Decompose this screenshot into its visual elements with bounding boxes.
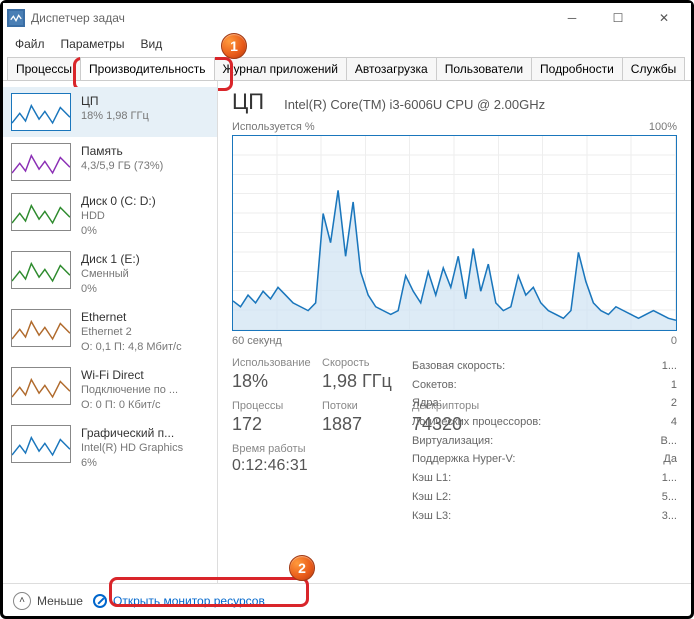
tab-app-history[interactable]: Журнал приложений <box>214 57 347 80</box>
resource-monitor-icon <box>93 594 107 608</box>
sidebar-item[interactable]: Диск 1 (E:)Сменный0% <box>3 245 217 303</box>
sidebar-thumb <box>11 425 71 463</box>
uptime-label: Время работы <box>232 443 392 455</box>
sidebar-thumb <box>11 251 71 289</box>
stat-usage-label: Использование <box>232 357 302 369</box>
sidebar-item[interactable]: Wi-Fi DirectПодключение по ...О: 0 П: 0 … <box>3 361 217 419</box>
main-subtitle: Intel(R) Core(TM) i3-6006U CPU @ 2.00GHz <box>284 97 545 112</box>
tab-processes[interactable]: Процессы <box>7 57 81 80</box>
sidebar-item[interactable]: EthernetEthernet 2О: 0,1 П: 4,8 Мбит/с <box>3 303 217 361</box>
stat-speed-label: Скорость <box>322 357 392 369</box>
tab-details[interactable]: Подробности <box>531 57 623 80</box>
menu-options[interactable]: Параметры <box>53 35 133 53</box>
chart-label-top-right: 100% <box>649 121 677 133</box>
sidebar-thumb <box>11 367 71 405</box>
stat-thr-value: 1887 <box>322 414 392 435</box>
meta-block: Базовая скорость:1... Сокетов:1 Ядра:2 Л… <box>412 357 677 525</box>
stat-thr-label: Потоки <box>322 400 392 412</box>
tab-performance[interactable]: Производительность <box>80 57 214 80</box>
sidebar-thumb <box>11 93 71 131</box>
chart-label-bot-left: 60 секунд <box>232 335 282 347</box>
titlebar: Диспетчер задач ─ ☐ ✕ <box>3 3 691 33</box>
chart-label-bot-right: 0 <box>671 335 677 347</box>
annotation-badge-2: 2 <box>289 555 315 581</box>
menu-file[interactable]: Файл <box>7 35 53 53</box>
tabstrip: Процессы Производительность Журнал прило… <box>3 55 691 81</box>
fewer-details[interactable]: ˄ Меньше <box>13 592 83 610</box>
footer: ˄ Меньше Открыть монитор ресурсов <box>3 583 691 617</box>
annotation-badge-1: 1 <box>221 33 247 59</box>
sidebar-item-name: Память <box>81 143 163 159</box>
sidebar-item-name: ЦП <box>81 93 149 109</box>
stat-usage-value: 18% <box>232 371 302 392</box>
sidebar-thumb <box>11 193 71 231</box>
sidebar-thumb <box>11 143 71 181</box>
sidebar-item-name: Диск 0 (C: D:) <box>81 193 156 209</box>
sidebar-item[interactable]: Графический п...Intel(R) HD Graphics6% <box>3 419 217 477</box>
sidebar-item[interactable]: Память4,3/5,9 ГБ (73%) <box>3 137 217 187</box>
sidebar-item-name: Диск 1 (E:) <box>81 251 140 267</box>
sidebar-item[interactable]: ЦП18% 1,98 ГГц <box>3 87 217 137</box>
menu-view[interactable]: Вид <box>132 35 170 53</box>
main-title: ЦП <box>232 89 264 115</box>
stat-speed-value: 1,98 ГГц <box>322 371 392 392</box>
uptime-value: 0:12:46:31 <box>232 457 392 475</box>
cpu-chart <box>232 135 677 331</box>
close-button[interactable]: ✕ <box>641 3 687 33</box>
tab-services[interactable]: Службы <box>622 57 685 80</box>
window-title: Диспетчер задач <box>31 11 125 25</box>
main-panel: ЦП Intel(R) Core(TM) i3-6006U CPU @ 2.00… <box>218 81 691 583</box>
sidebar-item-name: Ethernet <box>81 309 182 325</box>
maximize-button[interactable]: ☐ <box>595 3 641 33</box>
open-resource-monitor[interactable]: Открыть монитор ресурсов <box>93 594 265 608</box>
sidebar-item[interactable]: Диск 0 (C: D:)HDD0% <box>3 187 217 245</box>
sidebar-item-name: Графический п... <box>81 425 183 441</box>
tab-users[interactable]: Пользователи <box>436 57 532 80</box>
chart-label-top-left: Используется % <box>232 121 315 133</box>
sidebar-item-name: Wi-Fi Direct <box>81 367 178 383</box>
stat-proc-label: Процессы <box>232 400 302 412</box>
menubar: Файл Параметры Вид <box>3 33 691 55</box>
tab-startup[interactable]: Автозагрузка <box>346 57 437 80</box>
chevron-up-icon: ˄ <box>13 592 31 610</box>
app-icon <box>7 9 25 27</box>
minimize-button[interactable]: ─ <box>549 3 595 33</box>
sidebar[interactable]: ЦП18% 1,98 ГГц Память4,3/5,9 ГБ (73%) Ди… <box>3 81 218 583</box>
stat-proc-value: 172 <box>232 414 302 435</box>
sidebar-thumb <box>11 309 71 347</box>
